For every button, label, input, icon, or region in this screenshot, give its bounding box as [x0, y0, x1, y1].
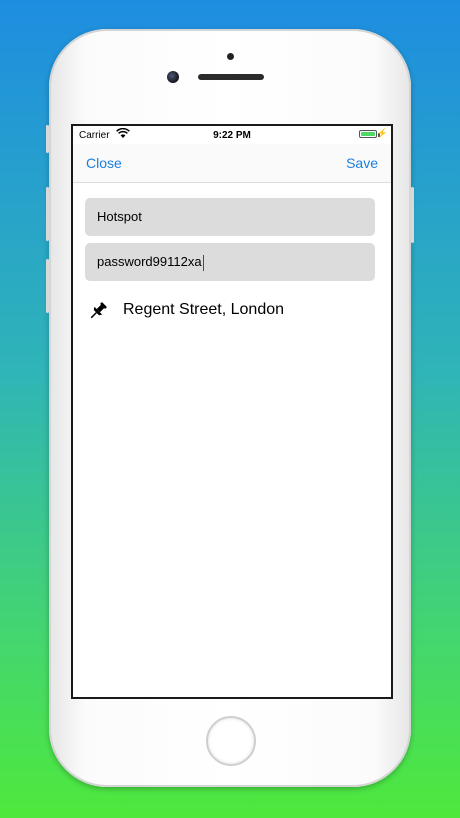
proximity-sensor — [227, 53, 234, 60]
charging-icon: ⚡ — [376, 128, 388, 138]
status-bar: Carrier 9:22 PM ⚡ — [73, 126, 391, 144]
pushpin-icon — [90, 302, 107, 319]
password-field[interactable]: password99112xa — [85, 243, 375, 281]
mute-switch — [46, 125, 49, 153]
password-value: password99112xa — [97, 254, 202, 269]
text-cursor — [202, 254, 204, 271]
front-camera — [167, 71, 179, 83]
save-button[interactable]: Save — [346, 155, 378, 171]
battery-level — [361, 132, 375, 136]
phone-frame: Carrier 9:22 PM ⚡ Close Save Hotspot pas… — [46, 29, 414, 787]
battery-icon — [359, 130, 377, 138]
app-screen: Carrier 9:22 PM ⚡ Close Save Hotspot pas… — [71, 124, 393, 699]
volume-up-button — [46, 187, 49, 241]
network-name-value: Hotspot — [97, 209, 142, 224]
status-time: 9:22 PM — [213, 130, 251, 141]
location-label: Regent Street, London — [123, 301, 285, 318]
volume-down-button — [46, 259, 49, 313]
home-button[interactable] — [206, 716, 256, 766]
navigation-bar: Close Save — [73, 144, 391, 183]
earpiece-speaker — [198, 74, 264, 80]
location-row[interactable]: Regent Street, London — [87, 297, 377, 327]
network-name-field[interactable]: Hotspot — [85, 198, 375, 236]
close-button[interactable]: Close — [86, 155, 122, 171]
power-button — [411, 187, 414, 243]
